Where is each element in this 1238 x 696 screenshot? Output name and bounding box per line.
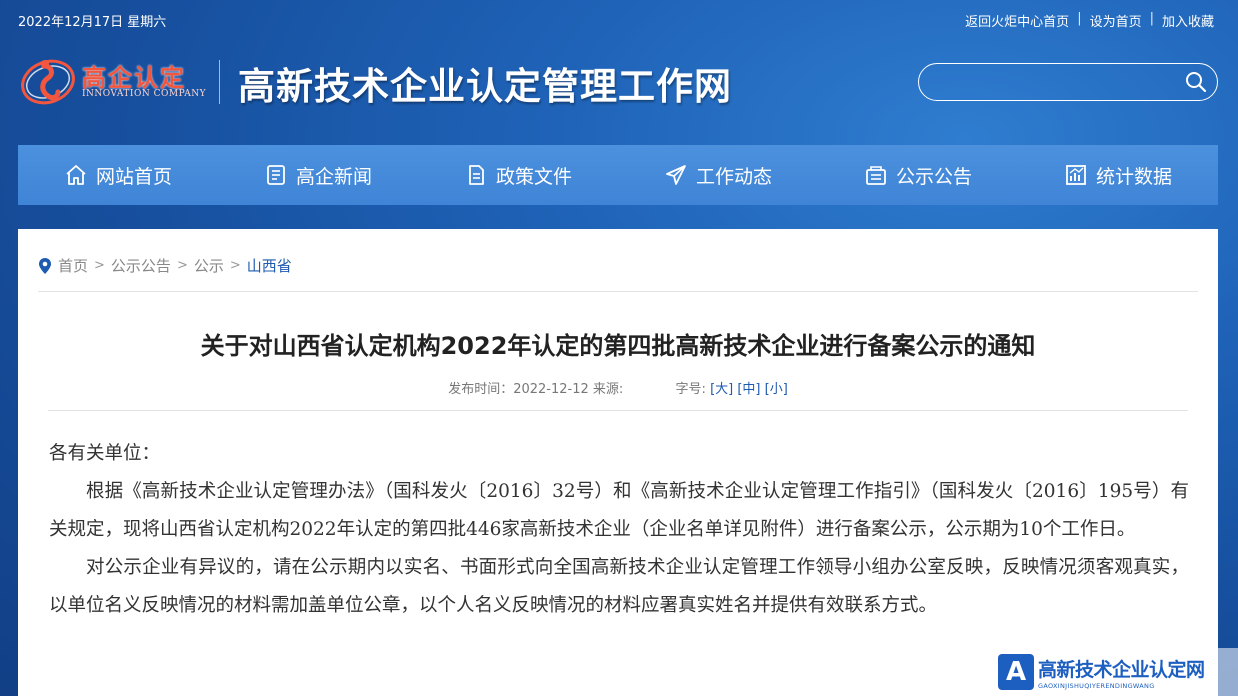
- nav-statistics[interactable]: 统计数据: [1018, 145, 1218, 205]
- nav-statistics-label: 统计数据: [1095, 165, 1172, 188]
- link-separator: |: [1077, 11, 1082, 26]
- document-icon: [469, 165, 484, 185]
- watermark-subtitle: GAOXINJISHUQIYERENDINGWANG: [1038, 681, 1155, 690]
- breadcrumb-separator: >: [229, 258, 241, 273]
- breadcrumb-home[interactable]: 首页: [58, 255, 88, 276]
- font-size-large-button[interactable]: [大]: [710, 382, 733, 397]
- notice-box-icon: [866, 166, 886, 185]
- nav-work-updates[interactable]: 工作动态: [618, 145, 818, 205]
- breadcrumb: 首页 > 公示公告 > 公示 > 山西省: [38, 255, 292, 276]
- logo-text: 高企认定: [82, 64, 186, 92]
- nav-announcements[interactable]: 公示公告: [818, 145, 1018, 205]
- top-links: 返回火炬中心首页 | 设为首页 | 加入收藏: [965, 11, 1214, 30]
- watermark-title: 高新技术企业认定网: [1038, 658, 1205, 681]
- back-to-torch-center-link[interactable]: 返回火炬中心首页: [965, 11, 1069, 30]
- article-meta: 发布时间：2022-12-12 来源: 字号: [大] [中] [小]: [18, 378, 1218, 397]
- publish-info: 发布时间：2022-12-12 来源:: [448, 382, 624, 397]
- font-size-small-button[interactable]: [小]: [765, 382, 788, 397]
- site-logo[interactable]: 高企认定 INNOVATION COMPANY: [18, 52, 223, 110]
- breadcrumb-current[interactable]: 山西省: [247, 255, 292, 276]
- content-panel: 首页 > 公示公告 > 公示 > 山西省 关于对山西省认定机构2022年认定的第…: [18, 229, 1218, 696]
- divider: [48, 410, 1188, 411]
- top-bar: 2022年12月17日 星期六 返回火炬中心首页 | 设为首页 | 加入收藏: [0, 0, 1238, 40]
- main-nav: 网站首页 高企新闻 政策文件 工作动态 公示公告 统计数据: [18, 145, 1218, 205]
- article-paragraph: 根据《高新技术企业认定管理办法》（国科发火〔2016〕32号）和《高新技术企业认…: [49, 481, 1189, 540]
- breadcrumb-separator: >: [176, 258, 188, 273]
- article-paragraph: 对公示企业有异议的，请在公示期内以实名、书面形式向全国高新技术企业认定管理工作领…: [49, 557, 1189, 616]
- nav-home[interactable]: 网站首页: [18, 145, 218, 205]
- nav-news[interactable]: 高企新闻: [218, 145, 418, 205]
- location-pin-icon: [39, 257, 51, 274]
- add-favorite-link[interactable]: 加入收藏: [1162, 11, 1214, 30]
- article-title: 关于对山西省认定机构2022年认定的第四批高新技术企业进行备案公示的通知: [200, 332, 1036, 360]
- site-watermark: A 高新技术企业认定网 GAOXINJISHUQIYERENDINGWANG: [990, 648, 1238, 696]
- font-size-label: 字号:: [675, 382, 706, 397]
- set-homepage-link[interactable]: 设为首页: [1090, 11, 1142, 30]
- article-body: 各有关单位： 根据《高新技术企业认定管理办法》（国科发火〔2016〕32号）和《…: [49, 435, 1189, 625]
- breadcrumb-announcements[interactable]: 公示公告: [111, 255, 171, 276]
- logo-emblem-icon: [21, 59, 75, 105]
- search-input[interactable]: [935, 70, 1179, 96]
- nav-work-updates-label: 工作动态: [695, 165, 772, 188]
- paper-plane-icon: [666, 165, 686, 185]
- site-title: 高新技术企业认定管理工作网: [238, 64, 732, 108]
- news-icon: [267, 165, 285, 185]
- divider: [38, 291, 1198, 292]
- nav-policy[interactable]: 政策文件: [418, 145, 618, 205]
- search-icon[interactable]: [1185, 71, 1207, 97]
- salutation: 各有关单位：: [49, 443, 161, 464]
- breadcrumb-separator: >: [94, 258, 105, 273]
- nav-announcements-label: 公示公告: [895, 165, 972, 188]
- nav-policy-label: 政策文件: [495, 165, 572, 188]
- chart-icon: [1066, 165, 1086, 185]
- watermark-logo-icon: A: [998, 654, 1034, 690]
- header-divider: [219, 60, 220, 104]
- font-size-medium-button[interactable]: [中]: [737, 382, 760, 397]
- link-separator: |: [1149, 11, 1154, 26]
- search-box: [918, 63, 1218, 101]
- home-icon: [66, 165, 86, 185]
- current-date: 2022年12月17日 星期六: [18, 15, 167, 30]
- nav-news-label: 高企新闻: [295, 165, 372, 188]
- breadcrumb-publicity[interactable]: 公示: [194, 255, 224, 276]
- nav-home-label: 网站首页: [95, 165, 172, 188]
- logo-subtext: INNOVATION COMPANY: [82, 89, 207, 99]
